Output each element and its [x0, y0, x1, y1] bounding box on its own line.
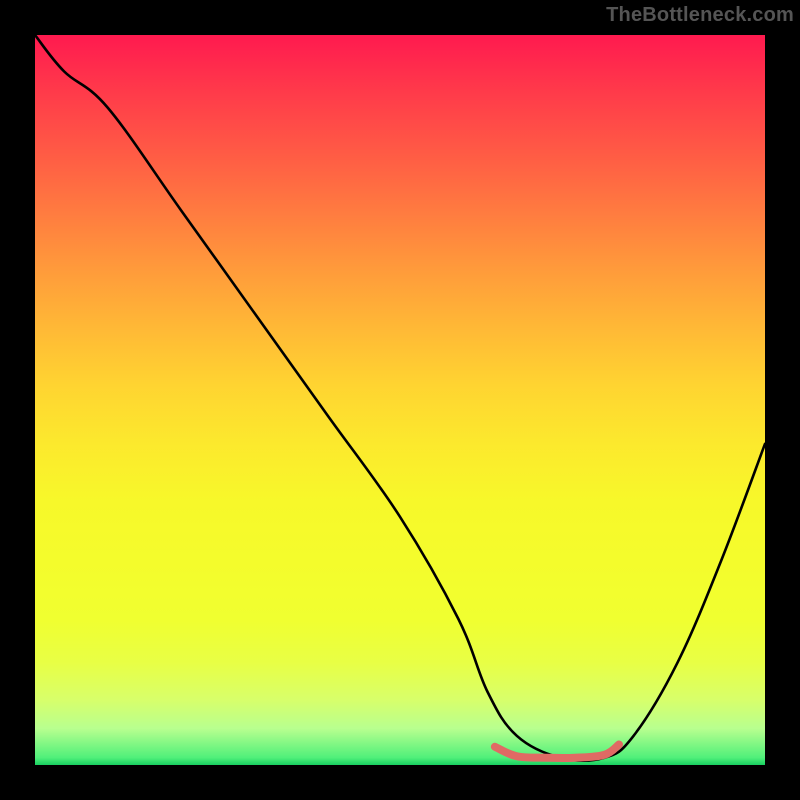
curve-overlay: [35, 35, 765, 765]
highlight-segment: [495, 745, 619, 758]
watermark-text: TheBottleneck.com: [606, 4, 794, 27]
bottleneck-curve: [35, 35, 765, 761]
